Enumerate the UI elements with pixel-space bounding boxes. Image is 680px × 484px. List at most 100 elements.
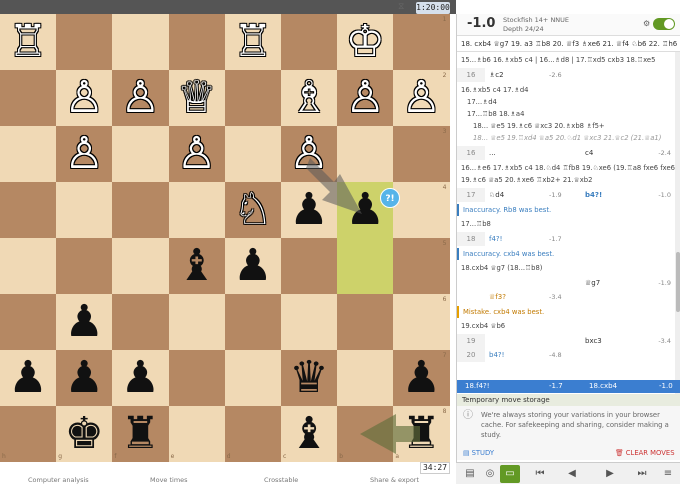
current-move-bar[interactable]: 18.f4?! -1.7 18.cxb4 -1.0 (457, 380, 680, 393)
white-rook[interactable]: ♖ (0, 14, 56, 70)
board-square[interactable] (337, 126, 394, 182)
board-square[interactable] (224, 350, 281, 406)
variation-line[interactable]: 17...♖b8 (461, 218, 675, 230)
board-square[interactable] (112, 238, 169, 294)
board-square[interactable] (0, 70, 57, 126)
move-white[interactable]: ♗c2 (489, 68, 504, 82)
board-square[interactable] (224, 126, 281, 182)
white-knight[interactable]: ♘ (225, 182, 281, 238)
first-move-icon[interactable]: ⏮ (530, 465, 550, 483)
variation-line[interactable]: 17...♗d4 (467, 96, 675, 108)
move-white[interactable]: ♕f3? (489, 290, 506, 304)
move-white[interactable]: f4?! (489, 232, 502, 246)
book-icon[interactable]: ▤ (460, 465, 480, 483)
black-pawn[interactable]: ♟ (112, 350, 168, 406)
tab-computer-analysis[interactable]: Computer analysis (28, 476, 89, 484)
white-pawn[interactable]: ♙ (56, 126, 112, 182)
variation-line[interactable]: 16...♗e6 17.♗xb5 c4 18.♘d4 ♖fb8 19.♘xe6 … (461, 162, 675, 174)
move-black[interactable]: c4 (585, 146, 593, 160)
last-move-icon[interactable]: ⏭ (632, 465, 652, 483)
current-move-right[interactable]: 18.cxb4 (589, 380, 617, 393)
tab-share-export[interactable]: Share & export (370, 476, 419, 484)
gear-icon[interactable]: ⚙ (643, 19, 650, 28)
board-square[interactable] (56, 238, 113, 294)
variation-line[interactable]: 15...♗b6 16.♗xb5 c4 | 16...♗d8 | 17.♖xd5… (461, 54, 675, 66)
black-pawn[interactable]: ♟ (56, 350, 112, 406)
white-pawn[interactable]: ♙ (56, 70, 112, 126)
prev-move-icon[interactable]: ◀ (562, 465, 582, 483)
board-square[interactable] (112, 182, 169, 238)
board-square[interactable] (0, 294, 57, 350)
board-square[interactable] (168, 294, 225, 350)
black-bishop[interactable]: ♝ (169, 238, 225, 294)
chess-board[interactable]: 1 2 3 4 5 6 7 8 h g f e d c b a ♖ ♖ ♔ ♙ ♙ ♕ ♗ ♙ ♙ ♙ ♙ ♙ ♘ ♟ ♟ ♝ ♟ ♟ ♟ ♟ ♟ ♛ ♟ ♚… (0, 14, 450, 462)
board-square[interactable] (224, 70, 281, 126)
move-list-scrollbar[interactable] (675, 52, 680, 394)
white-pawn[interactable]: ♙ (393, 70, 449, 126)
board-square[interactable] (337, 294, 394, 350)
board-square[interactable] (168, 14, 225, 70)
white-pawn[interactable]: ♙ (281, 126, 337, 182)
tab-move-times[interactable]: Move times (150, 476, 188, 484)
board-square[interactable] (224, 294, 281, 350)
board-square[interactable] (0, 238, 57, 294)
board-square[interactable] (337, 238, 394, 294)
board-square[interactable] (281, 294, 338, 350)
black-rook[interactable]: ♜ (393, 406, 449, 462)
board-square[interactable] (168, 350, 225, 406)
white-pawn[interactable]: ♙ (112, 70, 168, 126)
move-white[interactable]: ... (489, 146, 496, 160)
board-square[interactable] (393, 238, 450, 294)
variation-line[interactable]: 18... ♕e5 19.♗c6 ♕xc3 20.♗xb8 ♗f5+ (473, 120, 675, 132)
black-pawn[interactable]: ♟ (281, 182, 337, 238)
board-square[interactable] (224, 406, 281, 462)
board-square[interactable] (393, 14, 450, 70)
variation-line[interactable]: 18... ♕e5 19.♖xd4 ♕a5 20.♘d1 ♕xc3 21.♕c2… (473, 132, 675, 144)
board-square[interactable] (168, 182, 225, 238)
variation-line[interactable]: 19.♗c6 ♕a5 20.♗xe6 ♖xb2+ 21.♕xb2 (461, 174, 675, 186)
board-square[interactable] (0, 182, 57, 238)
board-square[interactable] (0, 406, 57, 462)
black-queen[interactable]: ♛ (281, 350, 337, 406)
variation-line[interactable]: 17...♖b8 18.♗a4 (467, 108, 675, 120)
target-icon[interactable]: ◎ (480, 465, 500, 483)
tab-crosstable[interactable]: Crosstable (264, 476, 298, 484)
menu-icon[interactable]: ≡ (658, 465, 678, 483)
engine-toggle[interactable] (653, 18, 675, 30)
board-square[interactable] (0, 126, 57, 182)
board-square[interactable] (337, 350, 394, 406)
computer-icon[interactable]: ▭ (500, 465, 520, 483)
board-square[interactable] (393, 182, 450, 238)
board-square[interactable] (393, 126, 450, 182)
next-move-icon[interactable]: ▶ (600, 465, 620, 483)
study-button[interactable]: ▤ STUDY (463, 448, 494, 458)
white-pawn[interactable]: ♙ (337, 70, 393, 126)
board-square[interactable] (112, 14, 169, 70)
black-king[interactable]: ♚ (56, 406, 112, 462)
white-bishop[interactable]: ♗ (281, 70, 337, 126)
scroll-thumb[interactable] (676, 252, 680, 312)
black-pawn[interactable]: ♟ (56, 294, 112, 350)
board-square[interactable] (168, 406, 225, 462)
move-black[interactable]: ♕g7 (585, 276, 600, 290)
variation-line[interactable]: 18.cxb4 ♕g7 (18...♖b8) (461, 262, 675, 274)
black-pawn[interactable]: ♟ (393, 350, 449, 406)
move-white[interactable]: ♘d4 (489, 188, 504, 202)
white-king[interactable]: ♔ (337, 14, 393, 70)
engine-pv-line[interactable]: 18. cxb4 ♕g7 19. a3 ♖b8 20. ♕f3 ♗xe6 21.… (457, 36, 680, 52)
white-rook[interactable]: ♖ (225, 14, 281, 70)
board-square[interactable] (56, 182, 113, 238)
board-square[interactable] (56, 14, 113, 70)
board-square[interactable] (281, 238, 338, 294)
clear-moves-button[interactable]: 🗑 CLEAR MOVES (615, 448, 675, 458)
board-square[interactable] (393, 294, 450, 350)
move-black[interactable]: bxc3 (585, 334, 602, 348)
board-square[interactable] (337, 406, 394, 462)
variation-line[interactable]: 19.cxb4 ♕b6 (461, 320, 675, 332)
board-square[interactable] (281, 14, 338, 70)
variation-line[interactable]: 16.♗xb5 c4 17.♗d4 (461, 84, 675, 96)
board-square[interactable] (112, 294, 169, 350)
black-bishop[interactable]: ♝ (281, 406, 337, 462)
current-move-left[interactable]: 18.f4?! (465, 380, 490, 393)
move-white[interactable]: b4?! (489, 348, 504, 362)
